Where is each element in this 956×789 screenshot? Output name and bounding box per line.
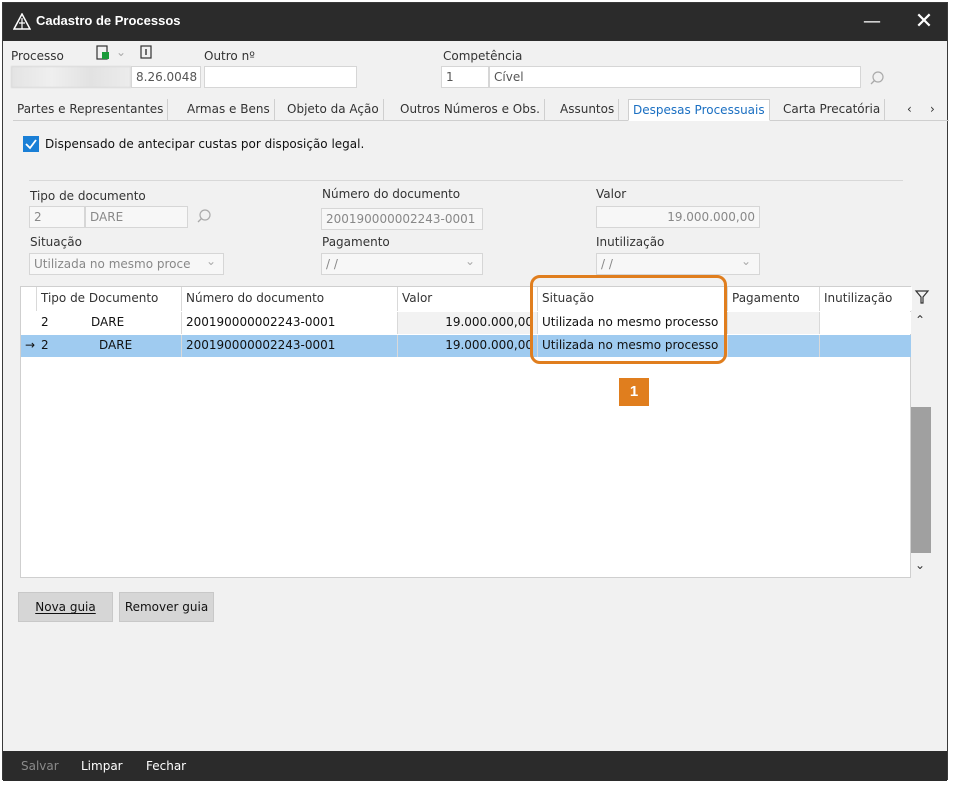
tab-strip: Partes e Representantes Armas e Bens Obj… xyxy=(13,99,949,121)
grid-header-inutilizacao[interactable]: Inutilização xyxy=(820,287,912,311)
scroll-up-icon[interactable]: ⌃ xyxy=(915,313,925,327)
dispensado-label: Dispensado de antecipar custas por dispo… xyxy=(45,137,365,151)
tab-armas[interactable]: Armas e Bens xyxy=(183,99,275,121)
tab-carta-precatoria[interactable]: Carta Precatória xyxy=(779,99,886,121)
cell-tipo: DARE xyxy=(95,335,182,357)
cell-pagamento xyxy=(728,335,820,357)
table-row-selected[interactable]: → 2 DARE 200190000002243-0001 19.000.000… xyxy=(21,335,912,357)
valor-field[interactable]: 19.000.000,00 xyxy=(596,206,760,228)
cell-numero: 200190000002243-0001 xyxy=(182,335,398,357)
close-button[interactable]: ✕ xyxy=(907,9,941,35)
grid-header-valor[interactable]: Valor xyxy=(398,287,538,311)
tab-next-icon[interactable]: › xyxy=(930,102,935,116)
grid-indicator-header xyxy=(21,287,37,311)
valor-label: Valor xyxy=(596,187,627,201)
situacao-highlight-box xyxy=(530,275,727,364)
processo-number-field[interactable] xyxy=(11,66,131,88)
pagamento-chevron-down-icon[interactable]: ⌄ xyxy=(465,254,475,268)
grid-header-tipo[interactable]: Tipo de Documento xyxy=(37,287,182,311)
remover-guia-button[interactable]: Remover guia xyxy=(119,592,214,622)
dispensado-checkbox[interactable] xyxy=(23,136,39,152)
minimize-button[interactable]: — xyxy=(855,9,889,35)
table-row[interactable]: 2 DARE 200190000002243-0001 19.000.000,0… xyxy=(21,312,912,334)
cell-inutilizacao xyxy=(820,312,912,334)
info-document-icon[interactable] xyxy=(139,45,153,59)
remover-guia-label: Remover guia xyxy=(124,600,209,614)
cell-numero: 200190000002243-0001 xyxy=(182,312,398,334)
footer-bar: Salvar Limpar Fechar xyxy=(3,751,947,781)
numero-documento-field[interactable]: 200190000002243-0001 xyxy=(321,208,483,230)
search-icon[interactable] xyxy=(869,70,885,86)
cell-tipo: DARE xyxy=(87,312,182,334)
cell-valor: 19.000.000,00 xyxy=(398,335,538,357)
fechar-button[interactable]: Fechar xyxy=(146,759,186,773)
cell-valor: 19.000.000,00 xyxy=(398,312,538,334)
pagamento-label: Pagamento xyxy=(322,235,390,249)
situacao-select-value: Utilizada no mesmo proce xyxy=(34,257,191,271)
close-icon: ✕ xyxy=(914,9,934,34)
grid-header-pagamento[interactable]: Pagamento xyxy=(728,287,820,311)
chevron-down-icon[interactable]: ⌄ xyxy=(116,45,126,59)
tipo-documento-label: Tipo de documento xyxy=(30,189,146,203)
tab-partes[interactable]: Partes e Representantes xyxy=(13,99,169,121)
situacao-chevron-down-icon[interactable]: ⌄ xyxy=(206,254,216,268)
cell-pagamento xyxy=(728,312,820,334)
row-indicator xyxy=(21,312,37,334)
tab-assuntos[interactable]: Assuntos xyxy=(556,99,620,121)
outro-numero-field[interactable] xyxy=(204,66,357,88)
pagamento-date-value: / / xyxy=(326,257,338,271)
competencia-label: Competência xyxy=(443,49,523,63)
scrollbar-thumb[interactable] xyxy=(911,407,931,553)
pagamento-date-field[interactable]: / / xyxy=(321,253,483,275)
tab-despesas[interactable]: Despesas Processuais xyxy=(628,99,770,121)
new-document-icon[interactable] xyxy=(95,45,111,61)
inutilizacao-date-value: / / xyxy=(601,257,613,271)
competencia-code-field[interactable]: 1 xyxy=(441,66,489,88)
inutilizacao-label: Inutilização xyxy=(596,235,665,249)
inutilizacao-date-field[interactable]: / / xyxy=(596,253,760,275)
competencia-value-field[interactable]: Cível xyxy=(489,66,861,88)
situacao-select[interactable]: Utilizada no mesmo proce xyxy=(29,253,224,275)
tab-prev-icon[interactable]: ‹ xyxy=(907,102,912,116)
limpar-button[interactable]: Limpar xyxy=(81,759,123,773)
numero-documento-label: Número do documento xyxy=(322,187,461,201)
processo-label: Processo xyxy=(11,49,64,63)
row-indicator-arrow-icon: → xyxy=(25,338,36,352)
inutilizacao-chevron-down-icon[interactable]: ⌄ xyxy=(741,254,751,268)
app-logo-icon xyxy=(13,13,31,30)
nova-guia-label: Nova guia xyxy=(35,600,96,614)
form-divider xyxy=(29,180,903,181)
checkmark-icon xyxy=(25,139,37,150)
processo-suffix-field[interactable]: 8.26.0048 xyxy=(131,66,201,88)
filter-icon[interactable] xyxy=(914,288,930,306)
nova-guia-button[interactable]: Nova guia xyxy=(18,592,113,622)
tipo-value-field[interactable]: DARE xyxy=(85,206,188,228)
despesas-grid: Tipo de Documento Número do documento Va… xyxy=(20,286,912,578)
tipo-search-icon[interactable] xyxy=(196,208,212,224)
cell-inutilizacao xyxy=(820,335,912,357)
salvar-button[interactable]: Salvar xyxy=(21,759,59,773)
situacao-label: Situação xyxy=(30,235,82,249)
main-window: Cadastro de Processos — ✕ Processo ⌄ Out… xyxy=(2,2,949,781)
window-title: Cadastro de Processos xyxy=(36,13,181,28)
cell-tipo-code: 2 xyxy=(37,312,87,334)
tab-objeto[interactable]: Objeto da Ação xyxy=(283,99,384,121)
grid-header-numero[interactable]: Número do documento xyxy=(182,287,398,311)
callout-badge: 1 xyxy=(619,378,649,406)
outro-numero-label: Outro nº xyxy=(204,49,255,63)
tipo-code-field[interactable]: 2 xyxy=(29,206,85,228)
scroll-down-icon[interactable]: ⌄ xyxy=(915,558,925,572)
minimize-icon: — xyxy=(863,11,881,32)
title-bar: Cadastro de Processos — ✕ xyxy=(3,3,947,41)
cell-tipo-code: 2 xyxy=(41,338,49,352)
tab-outros-numeros[interactable]: Outros Números e Obs. xyxy=(396,99,545,121)
